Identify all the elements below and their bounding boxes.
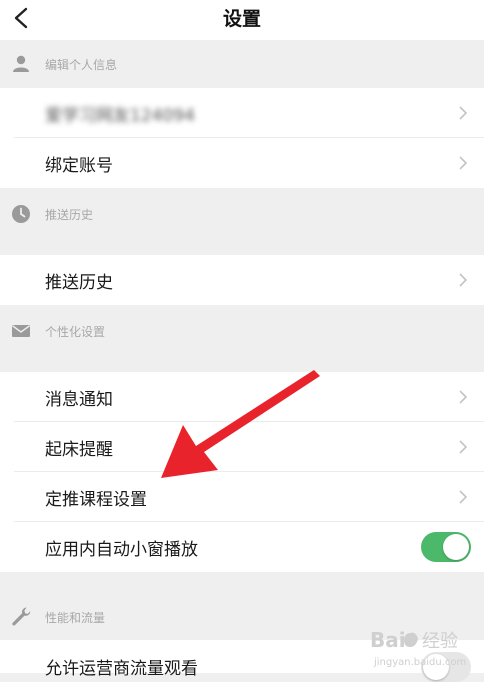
clock-icon: [12, 205, 30, 223]
envelope-icon: [12, 325, 30, 337]
chevron-right-icon: [459, 390, 468, 404]
watermark-brand: Bai: [370, 628, 406, 652]
page-title: 设置: [222, 8, 261, 30]
profile-name-row[interactable]: 爱学习网友124094: [0, 88, 484, 138]
section-header-profile: 编辑个人信息: [0, 40, 484, 88]
toggle-knob: [443, 534, 469, 560]
course-settings-row[interactable]: 定推课程设置: [0, 472, 484, 522]
wake-reminder-row[interactable]: 起床提醒: [0, 422, 484, 472]
course-settings-label: 定推课程设置: [45, 490, 147, 510]
section-header-personalization: 个性化设置: [0, 307, 484, 355]
bind-account-row[interactable]: 绑定账号: [0, 138, 484, 188]
watermark-brand2: 经验: [422, 631, 458, 652]
in-app-pip-toggle[interactable]: [421, 532, 471, 562]
wake-reminder-label: 起床提醒: [45, 440, 113, 460]
baidu-watermark: Bai 经验 jingyan.baidu.com: [370, 628, 466, 668]
push-history-row[interactable]: 推送历史: [0, 255, 484, 305]
in-app-pip-row: 应用内自动小窗播放: [0, 522, 484, 572]
paw-icon: [404, 632, 418, 647]
chevron-right-icon: [459, 490, 468, 504]
in-app-pip-label: 应用内自动小窗播放: [45, 540, 198, 560]
section-title: 编辑个人信息: [45, 58, 118, 72]
profile-name-label: 爱学习网友124094: [45, 106, 195, 126]
chevron-right-icon: [459, 156, 468, 170]
section-title: 性能和流量: [45, 611, 106, 625]
section-title: 推送历史: [45, 208, 94, 222]
person-icon: [13, 55, 29, 72]
chevron-right-icon: [459, 106, 468, 120]
section-title: 个性化设置: [45, 325, 106, 339]
chevron-right-icon: [459, 440, 468, 454]
section-header-push-history: 推送历史: [0, 190, 484, 238]
top-bar: 设置: [0, 0, 484, 40]
notifications-row[interactable]: 消息通知: [0, 372, 484, 422]
wrench-icon: [12, 607, 31, 626]
chevron-right-icon: [459, 273, 468, 287]
notifications-label: 消息通知: [45, 390, 113, 410]
carrier-data-label: 允许运营商流量观看: [45, 659, 198, 679]
push-history-label: 推送历史: [45, 273, 113, 293]
watermark-url: jingyan.baidu.com: [373, 657, 466, 668]
bind-account-label: 绑定账号: [45, 156, 113, 176]
